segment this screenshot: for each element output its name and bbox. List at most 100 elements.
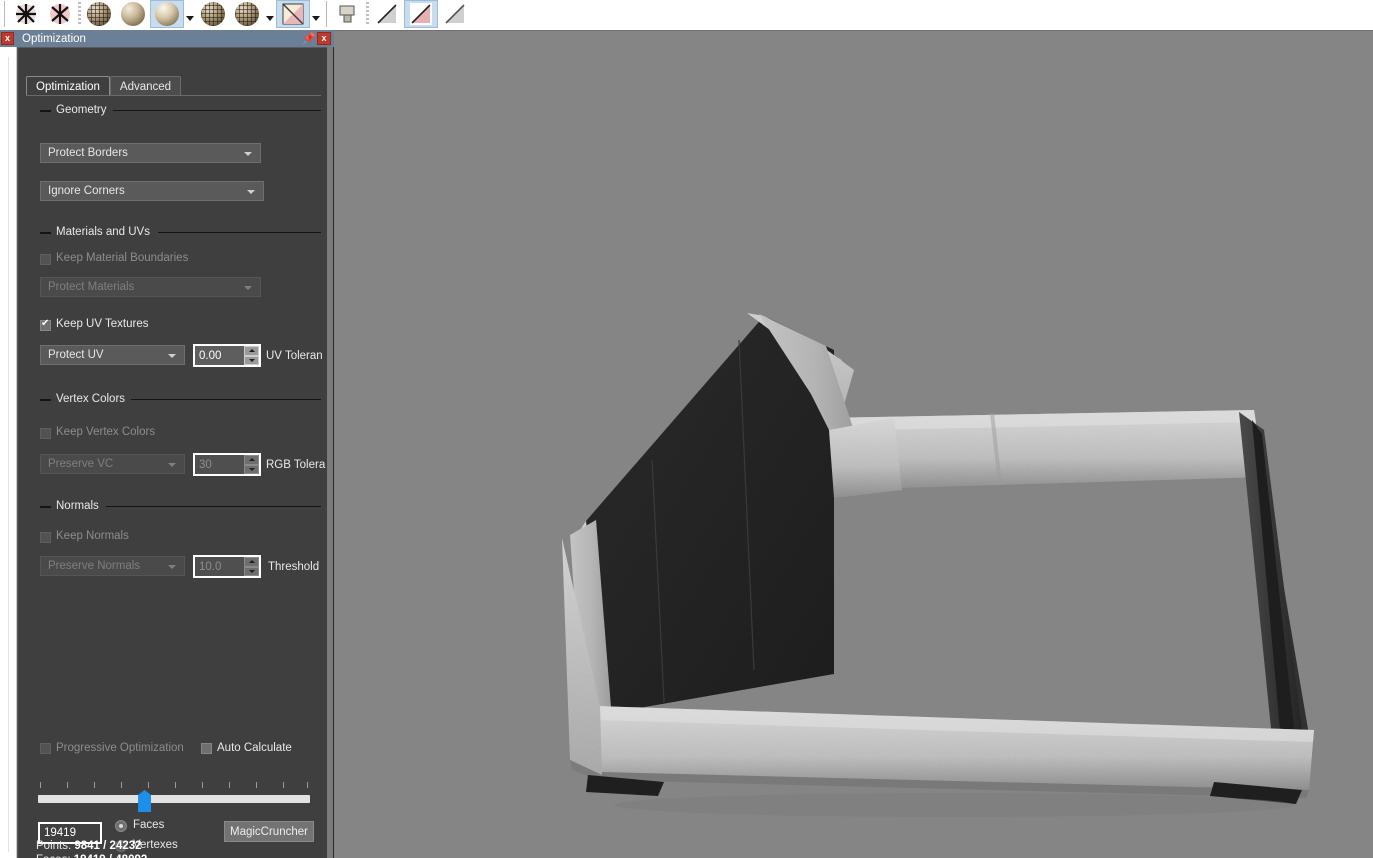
uv-tolerance-label: UV Toleran	[266, 350, 323, 362]
threshold-value[interactable]: 10.0	[193, 555, 244, 578]
percent-snap-glyph-icon	[410, 3, 432, 25]
sphere-glyph-icon	[155, 2, 179, 26]
normals-group-line	[106, 506, 321, 507]
material-sphere-wireframe-icon[interactable]	[82, 0, 116, 28]
nonuniform-scale-glyph-icon	[50, 4, 70, 24]
panel-title: Optimization	[22, 32, 86, 45]
material-sphere-highlight-icon[interactable]	[150, 0, 184, 28]
rgb-tolerance-value[interactable]: 30	[193, 453, 244, 476]
stats-points-value: 9841 / 24232	[74, 840, 142, 852]
reduction-slider-ticks	[40, 782, 308, 789]
stepper-down-icon[interactable]	[244, 566, 259, 576]
chevron-down-icon	[168, 565, 176, 569]
protect-materials-dropdown[interactable]: Protect Materials	[40, 277, 261, 297]
protect-uv-dropdown[interactable]: Protect UV	[40, 345, 185, 365]
ignore-corners-value: Ignore Corners	[48, 185, 125, 197]
threshold-stepper[interactable]	[244, 555, 261, 578]
reduction-slider-track[interactable]	[38, 795, 310, 803]
keep-uv-textures-label: Keep UV Textures	[56, 318, 149, 330]
rgb-tolerance-stepper[interactable]	[244, 453, 261, 476]
stepper-up-icon[interactable]	[244, 455, 259, 465]
snap-angle-icon[interactable]	[370, 0, 404, 28]
close-icon[interactable]: x	[1, 32, 14, 45]
snap-spinner-icon[interactable]	[438, 0, 472, 28]
stats-faces-row: Faces: 19419 / 48092	[36, 854, 147, 858]
uv-tolerance-spinner[interactable]: 0.00	[193, 344, 261, 367]
angle-snap-glyph-icon	[376, 3, 398, 25]
progressive-optimization-label: Progressive Optimization	[56, 742, 184, 754]
ignore-corners-dropdown[interactable]: Ignore Corners	[40, 181, 264, 201]
stepper-down-icon[interactable]	[244, 464, 259, 474]
panel-titlebar[interactable]: x Optimization 📌 x	[0, 30, 334, 47]
preserve-vc-dropdown[interactable]: Preserve VC	[40, 454, 185, 474]
auto-calculate-checkbox[interactable]	[201, 743, 212, 754]
tab-underline	[26, 95, 321, 96]
select-and-uniform-scale-icon[interactable]	[9, 0, 43, 28]
tab-optimization[interactable]: Optimization	[26, 76, 110, 96]
geometry-group-line	[113, 110, 321, 111]
panel-scrollbar[interactable]	[326, 47, 333, 858]
map-swatch-glyph-icon	[282, 3, 304, 25]
materials-group-title: Materials and UVs	[51, 226, 155, 238]
stats-faces-label: Faces:	[36, 854, 71, 858]
panel-close-button[interactable]: x	[317, 32, 331, 45]
material-sphere-grid-b-icon[interactable]	[196, 0, 230, 28]
scale-glyph-icon	[16, 4, 36, 24]
keep-uv-textures-checkbox[interactable]	[40, 318, 51, 331]
render-setup-icon[interactable]	[331, 0, 365, 28]
material-sphere-smooth-icon[interactable]	[116, 0, 150, 28]
keep-material-boundaries-checkbox[interactable]	[40, 254, 51, 265]
chevron-down-icon	[168, 354, 176, 358]
toolbar-separator	[4, 1, 5, 27]
pin-icon[interactable]: 📌	[301, 31, 317, 46]
tab-advanced[interactable]: Advanced	[109, 76, 182, 96]
preserve-normals-dropdown[interactable]: Preserve Normals	[40, 556, 185, 576]
preserve-vc-value: Preserve VC	[48, 458, 114, 470]
material-grid-dropdown-arrow-icon[interactable]	[264, 0, 276, 28]
rail-divider	[8, 57, 9, 852]
app-root: x Optimization 📌 x Optimization Advanced…	[0, 0, 1373, 858]
faces-radio-label: Faces	[133, 819, 165, 831]
threshold-label: Threshold	[268, 561, 320, 573]
chevron-down-icon	[247, 190, 255, 194]
stats-faces-value: 19419 / 48092	[74, 854, 148, 858]
faces-radio[interactable]	[115, 820, 127, 832]
material-sphere-grid-c-icon[interactable]	[230, 0, 264, 28]
vertex-colors-group-line	[131, 399, 321, 400]
keep-normals-label: Keep Normals	[56, 530, 129, 542]
auto-calculate-label: Auto Calculate	[217, 742, 292, 754]
select-and-non-uniform-scale-icon[interactable]	[43, 0, 77, 28]
map-swatch-dropdown-arrow-icon[interactable]	[310, 0, 322, 28]
sphere-glyph-icon	[201, 2, 225, 26]
3d-viewport[interactable]	[334, 30, 1373, 858]
keep-material-boundaries-label: Keep Material Boundaries	[56, 252, 189, 264]
stepper-down-icon[interactable]	[244, 355, 259, 365]
normals-group-title: Normals	[51, 500, 104, 512]
stepper-up-icon[interactable]	[244, 557, 259, 567]
keep-normals-checkbox[interactable]	[40, 532, 51, 543]
geometry-group-title: Geometry	[51, 104, 112, 116]
stats-points-label: Points:	[36, 840, 72, 852]
sphere-glyph-icon	[235, 2, 259, 26]
stepper-up-icon[interactable]	[244, 346, 259, 356]
material-map-swatch-icon[interactable]	[276, 0, 310, 28]
protect-materials-value: Protect Materials	[48, 281, 135, 293]
main-toolbar	[0, 0, 1373, 28]
sphere-glyph-icon	[121, 2, 145, 26]
keep-vertex-colors-label: Keep Vertex Colors	[56, 426, 156, 438]
progressive-optimization-checkbox[interactable]	[40, 743, 51, 754]
snap-percent-icon[interactable]	[404, 0, 438, 28]
protect-borders-dropdown[interactable]: Protect Borders	[40, 143, 261, 163]
protect-borders-value: Protect Borders	[48, 147, 128, 159]
keep-vertex-colors-checkbox[interactable]	[40, 428, 51, 439]
uv-tolerance-value[interactable]: 0.00	[193, 344, 244, 367]
panel-body: Optimization Advanced Geometry Protect B…	[17, 47, 327, 858]
preserve-normals-value: Preserve Normals	[48, 560, 141, 572]
uv-tolerance-stepper[interactable]	[244, 344, 261, 367]
material-sphere-dropdown-arrow-icon[interactable]	[184, 0, 196, 28]
magic-cruncher-button[interactable]: MagicCruncher	[224, 821, 314, 842]
spinner-snap-glyph-icon	[444, 3, 466, 25]
threshold-spinner[interactable]: 10.0	[193, 555, 261, 578]
panel-tabs: Optimization Advanced	[26, 76, 182, 96]
rgb-tolerance-spinner[interactable]: 30	[193, 453, 261, 476]
